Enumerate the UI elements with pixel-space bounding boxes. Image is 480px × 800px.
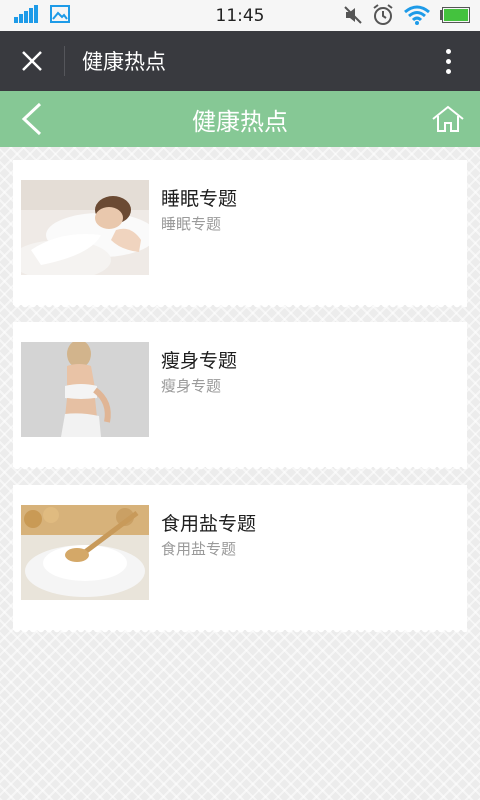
topic-subtitle: 食用盐专题	[161, 540, 237, 558]
page-title: 健康热点	[192, 107, 288, 136]
battery-icon	[440, 7, 470, 27]
topic-subtitle: 瘦身专题	[161, 377, 222, 395]
topic-card-slimming[interactable]: 瘦身专题 瘦身专题	[13, 322, 467, 472]
topic-subtitle: 睡眠专题	[161, 215, 222, 233]
more-dot	[445, 68, 451, 74]
status-bar: 11:45	[0, 0, 480, 31]
mute-icon	[344, 6, 362, 28]
topic-title: 食用盐专题	[161, 513, 257, 535]
topic-card-salt[interactable]: 食用盐专题 食用盐专题	[13, 485, 467, 635]
slimming-topic-image	[21, 342, 149, 437]
alarm-icon	[372, 4, 394, 30]
home-button[interactable]	[426, 91, 470, 147]
more-dot	[445, 58, 451, 64]
titlebar-title: 健康热点	[82, 50, 166, 74]
page-header: 健康热点	[0, 91, 480, 147]
topic-card-sleep[interactable]: 睡眠专题 睡眠专题	[13, 160, 467, 310]
wifi-icon	[404, 5, 430, 29]
close-button[interactable]	[0, 31, 64, 91]
webview-titlebar: 健康热点	[0, 31, 480, 91]
more-vertical-icon	[445, 48, 451, 54]
sleep-topic-image	[21, 180, 149, 275]
salt-topic-image	[21, 505, 149, 600]
titlebar-divider	[64, 46, 65, 76]
close-icon	[22, 51, 42, 71]
topic-title: 瘦身专题	[161, 350, 238, 372]
more-options-button[interactable]	[436, 31, 460, 91]
topic-title: 睡眠专题	[161, 188, 238, 210]
home-icon	[432, 105, 464, 132]
